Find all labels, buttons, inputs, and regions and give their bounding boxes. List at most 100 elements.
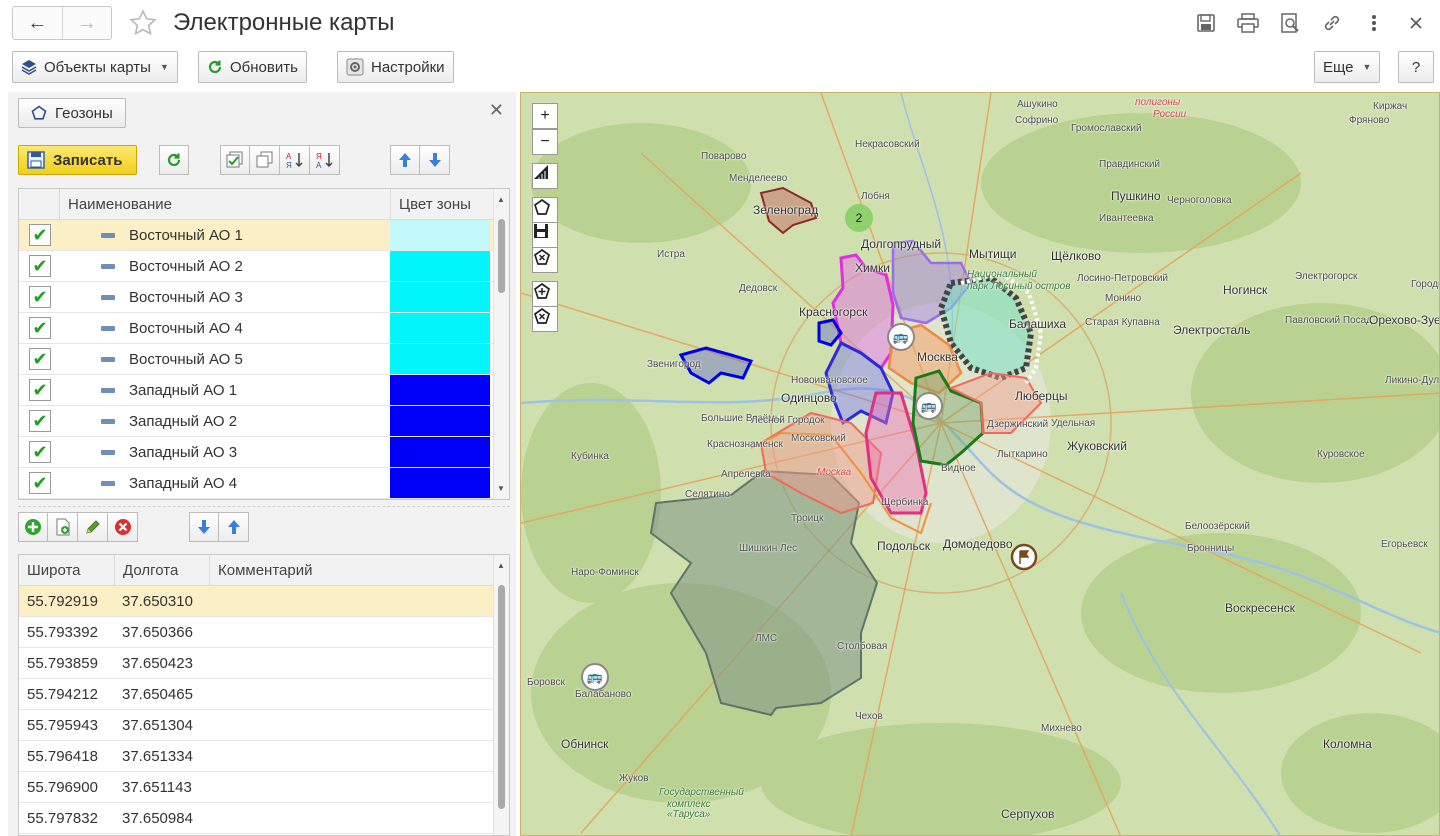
zone-checkbox[interactable]: ✔	[29, 441, 51, 463]
zone-checkbox[interactable]: ✔	[29, 255, 51, 277]
map-objects-button[interactable]: Объекты карты ▼	[12, 51, 178, 83]
map-canvas[interactable]	[521, 93, 1440, 836]
zone-row[interactable]: ✔ Восточный АО 5	[19, 344, 509, 375]
measure-button[interactable]	[532, 163, 558, 189]
help-button[interactable]: ?	[1398, 51, 1434, 83]
point-row[interactable]: 55.794212 37.650465	[19, 679, 509, 710]
map-place-label: Воскресенск	[1225, 601, 1295, 615]
check-all-button[interactable]	[220, 145, 250, 175]
move-point-up-button[interactable]	[219, 512, 249, 542]
more-button[interactable]	[1356, 8, 1392, 38]
zone-row[interactable]: ✔ Восточный АО 2	[19, 251, 509, 282]
zones-scrollbar[interactable]: ▲ ▼	[493, 189, 509, 499]
point-row[interactable]: 55.793392 37.650366	[19, 617, 509, 648]
edit-point-button[interactable]	[78, 512, 108, 542]
lon-column-header[interactable]: Долгота	[114, 555, 209, 585]
point-row[interactable]: 55.795943 37.651304	[19, 710, 509, 741]
refresh-zones-button[interactable]	[159, 145, 189, 175]
bus-marker[interactable]: 🚌	[581, 663, 609, 691]
move-point-down-button[interactable]	[189, 512, 219, 542]
move-down-button[interactable]	[420, 145, 450, 175]
zone-checkbox[interactable]: ✔	[29, 286, 51, 308]
sort-asc-button[interactable]: АЯ	[280, 145, 310, 175]
geozones-button[interactable]: Геозоны	[18, 98, 126, 128]
zone-row[interactable]: ✔ Восточный АО 1	[19, 220, 509, 251]
zone-color-swatch[interactable]	[390, 313, 490, 343]
zone-color-swatch[interactable]	[390, 437, 490, 467]
save-zones-button[interactable]: Записать	[18, 145, 138, 175]
delete-polygon-button[interactable]	[532, 247, 558, 273]
latitude-cell: 55.793859	[27, 654, 98, 672]
close-window-button[interactable]	[1398, 8, 1434, 38]
favorite-button[interactable]	[126, 6, 160, 40]
scroll-up-icon[interactable]: ▲	[497, 195, 505, 204]
add-vertex-button[interactable]	[532, 281, 558, 307]
zone-row[interactable]: ✔ Западный АО 2	[19, 406, 509, 437]
points-scrollbar[interactable]: ▲	[493, 555, 509, 835]
more-menu-button[interactable]: Еще ▼	[1314, 51, 1381, 83]
zone-checkbox[interactable]: ✔	[29, 348, 51, 370]
zone-row[interactable]: ✔ Восточный АО 3	[19, 282, 509, 313]
draw-polygon-button[interactable]	[532, 197, 558, 223]
cluster-marker[interactable]: 2	[845, 204, 873, 232]
zone-color-swatch[interactable]	[390, 468, 490, 498]
color-column-header[interactable]: Цвет зоны	[390, 189, 490, 219]
zone-color-swatch[interactable]	[390, 344, 490, 374]
uncheck-all-button[interactable]	[250, 145, 280, 175]
preview-button[interactable]	[1272, 8, 1308, 38]
copy-point-button[interactable]	[48, 512, 78, 542]
zone-checkbox[interactable]: ✔	[29, 410, 51, 432]
sort-desc-icon: ЯА	[316, 152, 333, 170]
zone-row[interactable]: ✔ Западный АО 3	[19, 437, 509, 468]
zone-color-swatch[interactable]	[390, 220, 490, 250]
add-point-button[interactable]	[18, 512, 48, 542]
settings-button[interactable]: Настройки	[337, 51, 454, 83]
remove-vertex-button[interactable]	[532, 306, 558, 332]
zone-color-swatch[interactable]	[390, 375, 490, 405]
lat-column-header[interactable]: Широта	[19, 555, 114, 585]
comment-column-header[interactable]: Комментарий	[209, 555, 489, 585]
save-polygon-button[interactable]	[532, 222, 558, 248]
scroll-down-icon[interactable]: ▼	[497, 484, 505, 493]
print-button[interactable]	[1230, 8, 1266, 38]
scroll-thumb[interactable]	[498, 585, 505, 809]
map-place-label: Громославский	[1071, 123, 1142, 134]
zone-checkbox[interactable]: ✔	[29, 379, 51, 401]
save-window-button[interactable]	[1188, 8, 1224, 38]
scroll-up-icon[interactable]: ▲	[497, 561, 505, 570]
link-button[interactable]	[1314, 8, 1350, 38]
zone-color-swatch[interactable]	[390, 282, 490, 312]
map-place-label: Звенигород	[647, 359, 701, 370]
scroll-thumb[interactable]	[498, 219, 505, 293]
map-place-label: Государственный	[659, 787, 744, 798]
name-column-header[interactable]: Наименование	[59, 189, 390, 219]
zone-color-swatch[interactable]	[390, 251, 490, 281]
latitude-cell: 55.794212	[27, 685, 98, 703]
zone-checkbox[interactable]: ✔	[29, 472, 51, 494]
zoom-in-button[interactable]: +	[532, 103, 558, 129]
back-button[interactable]: ←	[13, 7, 62, 39]
zone-color-swatch[interactable]	[390, 406, 490, 436]
zone-row[interactable]: ✔ Восточный АО 4	[19, 313, 509, 344]
map-view[interactable]: Ашукино полигоны России Киржач Софрино Громос…	[520, 92, 1440, 836]
zone-row[interactable]: ✔ Западный АО 4	[19, 468, 509, 499]
refresh-button[interactable]: Обновить	[198, 51, 307, 83]
zone-checkbox[interactable]: ✔	[29, 317, 51, 339]
point-row[interactable]: 55.797832 37.650984	[19, 803, 509, 834]
point-row[interactable]: 55.796418 37.651334	[19, 741, 509, 772]
delete-point-button[interactable]	[108, 512, 138, 542]
forward-button[interactable]: →	[61, 7, 112, 39]
point-row[interactable]: 55.792919 37.650310	[19, 586, 509, 617]
bus-marker[interactable]: 🚌	[887, 323, 915, 351]
zone-checkbox[interactable]: ✔	[29, 224, 51, 246]
pencil-icon	[85, 520, 100, 534]
point-row[interactable]: 55.796900 37.651143	[19, 772, 509, 803]
move-up-button[interactable]	[390, 145, 420, 175]
sort-desc-button[interactable]: ЯА	[310, 145, 340, 175]
point-row[interactable]: 55.793859 37.650423	[19, 648, 509, 679]
zoom-out-button[interactable]: −	[532, 129, 558, 155]
zone-row[interactable]: ✔ Западный АО 1	[19, 375, 509, 406]
caret-down-icon: ▼	[1362, 62, 1372, 72]
close-panel-icon[interactable]: ✕	[489, 100, 504, 121]
bus-marker[interactable]: 🚌	[915, 392, 943, 420]
